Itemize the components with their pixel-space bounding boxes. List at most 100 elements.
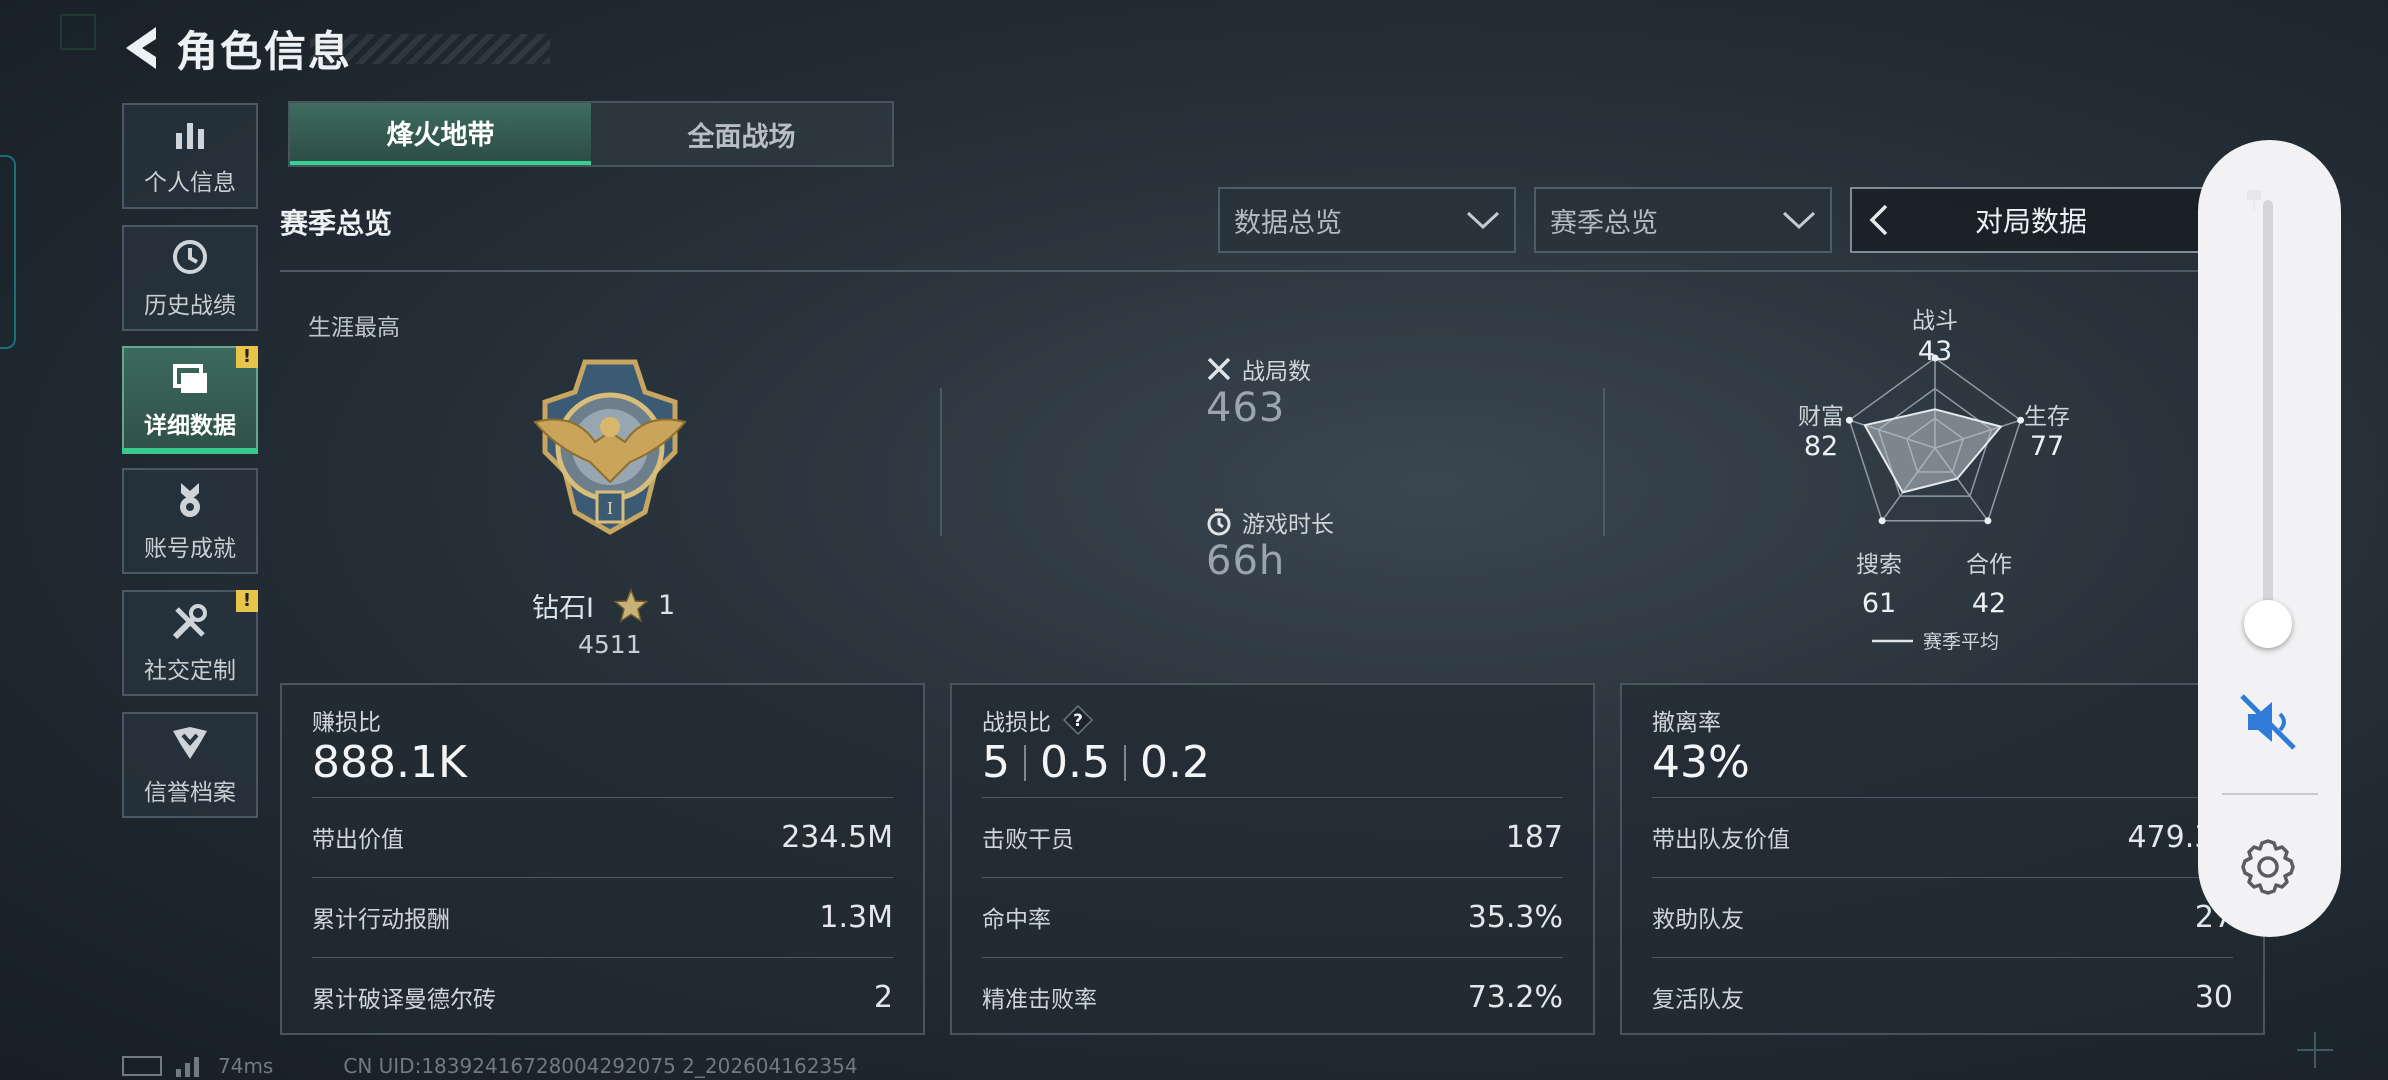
gear-icon[interactable] bbox=[2236, 835, 2300, 899]
volume-slider-track[interactable] bbox=[2263, 200, 2273, 635]
card-title: 战损比 bbox=[982, 710, 1051, 736]
corner-decoration bbox=[60, 14, 96, 50]
data-overview-dropdown[interactable]: 数据总览 bbox=[1218, 187, 1516, 253]
crosshair-decoration-icon bbox=[2297, 1032, 2333, 1068]
card-title: 赚损比 bbox=[312, 710, 381, 736]
radar-label-teamwork: 合作 bbox=[1966, 552, 2012, 578]
crossed-swords-icon bbox=[1207, 357, 1231, 381]
playtime-label: 游戏时长 bbox=[1206, 505, 1334, 539]
stat-label: 救助队友 bbox=[1652, 907, 1744, 933]
medal-icon bbox=[180, 483, 200, 517]
back-arrow-icon[interactable] bbox=[120, 23, 164, 73]
tools-icon bbox=[172, 604, 207, 640]
extraction-rate-card: 撤离率 43% 带出队友价值 479.3K 救助队友 27 复活队友 30 bbox=[1620, 683, 2265, 1035]
radar-value-wealth: 82 bbox=[1804, 431, 1838, 462]
bar-chart-icon bbox=[176, 123, 204, 149]
radar-value-area bbox=[1863, 408, 2003, 494]
radar-vertex-dot bbox=[1878, 517, 1886, 525]
kd-value-3: 0.2 bbox=[1139, 737, 1210, 788]
edge-handle[interactable] bbox=[0, 155, 16, 349]
alert-badge: ! bbox=[236, 590, 258, 612]
sidebar-item-achievements[interactable]: 账号成就 bbox=[122, 468, 258, 574]
card-title: 撤离率 bbox=[1652, 710, 1721, 736]
tab-fenghuo[interactable]: 烽火地带 bbox=[290, 103, 591, 165]
stat-value: 30 bbox=[2194, 979, 2233, 1015]
matches-value: 463 bbox=[1206, 385, 1286, 431]
stat-value: 35.3% bbox=[1467, 899, 1563, 935]
section-title: 赛季总览 bbox=[280, 207, 393, 240]
career-best-label: 生涯最高 bbox=[308, 315, 400, 341]
section-divider bbox=[280, 270, 2265, 272]
history-clock-icon bbox=[173, 240, 207, 274]
svg-text:?: ? bbox=[1073, 711, 1083, 731]
stat-label: 精准击败率 bbox=[982, 987, 1097, 1013]
stat-value: 1.3M bbox=[819, 899, 893, 935]
value-separator bbox=[1024, 744, 1026, 781]
signal-icon bbox=[176, 1057, 199, 1077]
stat-row: 救助队友 27 bbox=[1652, 877, 2233, 956]
card-main-values: 5 0.5 0.2 bbox=[982, 737, 1210, 788]
vertical-divider bbox=[940, 388, 942, 536]
card-main-value: 43% bbox=[1652, 737, 1750, 788]
volume-slider-knob[interactable] bbox=[2244, 600, 2292, 648]
stat-row: 累计破译曼德尔砖 2 bbox=[312, 957, 893, 1036]
radar-value-combat: 43 bbox=[1918, 336, 1952, 367]
matches-label-text: 战局数 bbox=[1242, 359, 1311, 385]
sidebar-item-history[interactable]: 历史战绩 bbox=[122, 225, 258, 331]
radar-label-search: 搜索 bbox=[1856, 552, 1902, 578]
kd-value-1: 5 bbox=[982, 737, 1010, 788]
tab-quanmian[interactable]: 全面战场 bbox=[591, 103, 892, 165]
sidebar-item-label: 个人信息 bbox=[144, 170, 236, 196]
playtime-label-text: 游戏时长 bbox=[1242, 512, 1334, 538]
stat-value: 2 bbox=[873, 979, 893, 1015]
matches-label: 战局数 bbox=[1206, 352, 1311, 386]
stat-label: 累计行动报酬 bbox=[312, 907, 450, 933]
playtime-value: 66h bbox=[1206, 538, 1286, 584]
value-separator bbox=[1123, 744, 1126, 781]
detail-cards-icon bbox=[173, 364, 207, 393]
uid-text: CN UID:18392416728004292075 2_2026041623… bbox=[343, 1054, 858, 1078]
status-footer: 74ms CN UID:18392416728004292075 2_20260… bbox=[122, 1054, 858, 1078]
radar-label-survival: 生存 bbox=[2024, 404, 2070, 430]
radar-value-teamwork: 42 bbox=[1972, 588, 2006, 619]
sidebar-item-social[interactable]: ! 社交定制 bbox=[122, 590, 258, 696]
pager-label: 对局数据 bbox=[1974, 205, 2087, 238]
stat-label: 命中率 bbox=[982, 907, 1051, 933]
chevron-left-icon[interactable] bbox=[1864, 203, 1894, 237]
sidebar-item-reputation[interactable]: 信誉档案 bbox=[122, 712, 258, 818]
stat-row: 带出队友价值 479.3K bbox=[1652, 797, 2233, 876]
radar-vertex-dot bbox=[1845, 416, 1853, 424]
rank-stars: 1 bbox=[657, 590, 676, 621]
stat-value: 73.2% bbox=[1467, 979, 1563, 1015]
speaker-muted-icon[interactable] bbox=[2236, 690, 2300, 754]
profit-ratio-card: 赚损比 888.1K 带出价值 234.5M 累计行动报酬 1.3M 累计破译曼德尔… bbox=[280, 683, 925, 1035]
sidebar-item-detail-data[interactable]: ! 详细数据 bbox=[122, 346, 258, 454]
battery-icon bbox=[122, 1056, 162, 1076]
mode-tabs: 烽火地带 全面战场 bbox=[288, 101, 894, 167]
sidebar-item-personal-info[interactable]: 个人信息 bbox=[122, 103, 258, 209]
radar-value-survival: 77 bbox=[2030, 431, 2064, 462]
season-overview-dropdown[interactable]: 赛季总览 bbox=[1534, 187, 1832, 253]
sidebar-item-label: 历史战绩 bbox=[144, 293, 236, 319]
ping-value: 74ms bbox=[218, 1054, 274, 1078]
dropdown-value: 数据总览 bbox=[1234, 207, 1342, 239]
stat-row: 累计行动报酬 1.3M bbox=[312, 877, 893, 956]
ability-radar-chart: 战斗 43 生存 77 合作 42 搜索 61 财富 82 赛季平均 bbox=[1798, 308, 2070, 653]
chevron-down-icon bbox=[1782, 211, 1816, 230]
alert-badge: ! bbox=[236, 346, 258, 368]
stat-label: 累计破译曼德尔砖 bbox=[312, 987, 496, 1013]
help-icon[interactable]: ? bbox=[1063, 705, 1093, 735]
radar-label-combat: 战斗 bbox=[1912, 308, 1958, 334]
stat-row: 命中率 35.3% bbox=[982, 877, 1563, 956]
kd-ratio-card: 战损比 ? 5 0.5 0.2 击败干员 187 命中率 35.3% 精准击败率 73… bbox=[950, 683, 1595, 1035]
dropdown-value: 赛季总览 bbox=[1550, 207, 1658, 239]
pin-icon bbox=[2247, 190, 2261, 210]
sidebar-item-label: 详细数据 bbox=[144, 413, 236, 439]
rank-points: 4511 bbox=[578, 630, 642, 659]
stat-label: 击败干员 bbox=[982, 827, 1074, 853]
kd-value-2: 0.5 bbox=[1040, 737, 1110, 788]
stat-row: 复活队友 30 bbox=[1652, 957, 2233, 1036]
stopwatch-icon bbox=[1207, 508, 1231, 536]
radar-value-search: 61 bbox=[1862, 588, 1896, 619]
stat-value: 234.5M bbox=[781, 819, 893, 855]
